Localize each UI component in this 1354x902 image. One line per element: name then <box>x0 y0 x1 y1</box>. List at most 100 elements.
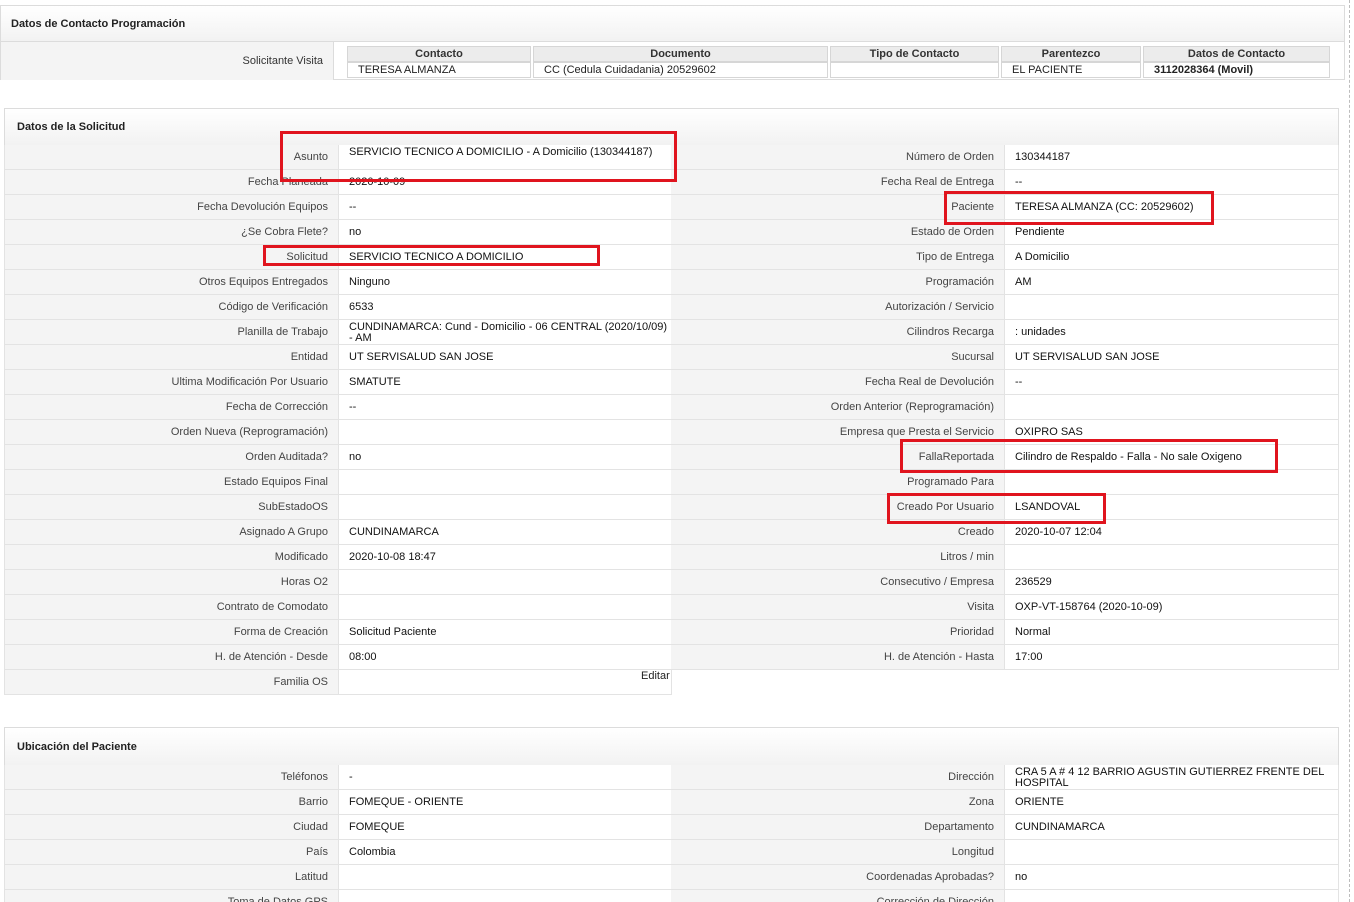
solicitud-label-codigo-de-verificacion: Código de Verificación <box>5 295 339 320</box>
solicitud-value-horas-o2 <box>339 570 672 595</box>
solicitud-value-cilindros-recarga: : unidades <box>1005 320 1339 345</box>
contact-table: Contacto Documento Tipo de Contacto Pare… <box>345 46 1332 78</box>
solicitud-value-empresa-que-presta-el-servicio: OXIPRO SAS <box>1005 420 1339 445</box>
solicitud-label-programado-para: Programado Para <box>671 470 1005 495</box>
ubicacion-value-correccion-de-direccion <box>1005 890 1339 902</box>
solicitud-label-numero-de-orden: Número de Orden <box>671 145 1005 170</box>
contact-section-title: Datos de Contacto Programación <box>11 18 186 30</box>
contact-table-header-row: Contacto Documento Tipo de Contacto Pare… <box>347 46 1330 62</box>
solicitud-row-prioridad: Prioridad Normal <box>671 620 1339 645</box>
ubicacion-value-zona: ORIENTE <box>1005 790 1339 815</box>
contact-header-parentezco: Parentezco <box>1001 46 1141 62</box>
contact-header-tipo: Tipo de Contacto <box>830 46 999 62</box>
solicitud-right-grid: Número de Orden 130344187 Fecha Real de En… <box>671 145 1339 670</box>
solicitud-value-familia-os <box>339 670 672 695</box>
solicitud-label-familia-os: Familia OS <box>5 670 339 695</box>
solicitud-row-contrato-de-comodato: Contrato de Comodato <box>5 595 672 620</box>
solicitud-value-tipo-de-entrega: A Domicilio <box>1005 245 1339 270</box>
ubicacion-label-correccion-de-direccion: Corrección de Dirección <box>671 890 1005 902</box>
contact-cell-parentezco: EL PACIENTE <box>1001 62 1141 78</box>
solicitud-value-estado-equipos-final <box>339 470 672 495</box>
solicitud-row-creado-por-usuario: Creado Por Usuario LSANDOVAL <box>671 495 1339 520</box>
solicitud-label-fecha-de-correccion: Fecha de Corrección <box>5 395 339 420</box>
solicitud-label-estado-de-orden: Estado de Orden <box>671 220 1005 245</box>
solicitud-row-entidad: Entidad UT SERVISALUD SAN JOSE <box>5 345 672 370</box>
solicitud-value-codigo-de-verificacion: 6533 <box>339 295 672 320</box>
contact-section-panel: Solicitante Visita Contacto Documento Ti… <box>0 41 1345 80</box>
solicitud-row-solicitud: Solicitud SERVICIO TECNICO A DOMICILIO <box>5 245 672 270</box>
solicitud-row-otros-equipos-entregados: Otros Equipos Entregados Ninguno <box>5 270 672 295</box>
ubicacion-value-direccion: CRA 5 A # 4 12 BARRIO AGUSTIN GUTIERREZ … <box>1005 765 1339 790</box>
solicitud-section-header: Datos de la Solicitud <box>4 108 1339 145</box>
solicitud-label-fecha-real-de-devolucion: Fecha Real de Devolución <box>671 370 1005 395</box>
solicitud-row-cilindros-recarga: Cilindros Recarga: unidades <box>671 320 1339 345</box>
solicitud-value-paciente: TERESA ALMANZA (CC: 20529602) <box>1005 195 1339 220</box>
solicitud-label-modificado: Modificado <box>5 545 339 570</box>
solicitud-value-numero-de-orden: 130344187 <box>1005 145 1339 170</box>
contact-header-documento: Documento <box>533 46 828 62</box>
ubicacion-value-telefonos: - <box>339 765 671 790</box>
ubicacion-value-coordenadas-aprobadas: no <box>1005 865 1339 890</box>
solicitud-row-numero-de-orden: Número de Orden 130344187 <box>671 145 1339 170</box>
contact-table-row: TERESA ALMANZA CC (Cedula Cuidadania) 20… <box>347 62 1330 78</box>
solicitud-row-fallareportada: FallaReportada Cilindro de Respaldo - Fal… <box>671 445 1339 470</box>
contact-header-contacto: Contacto <box>347 46 531 62</box>
solicitud-row-estado-de-orden: Estado de Orden Pendiente <box>671 220 1339 245</box>
ubicacion-label-ciudad: Ciudad <box>5 815 339 840</box>
edit-link[interactable]: Editar <box>641 670 670 682</box>
ubicacion-right-grid: Dirección CRA 5 A # 4 12 BARRIO AGUSTIN G… <box>671 765 1339 902</box>
solicitud-left-grid: Asunto SERVICIO TECNICO A DOMICILIO - A D… <box>4 145 672 695</box>
ubicacion-label-barrio: Barrio <box>5 790 339 815</box>
solicitud-value-se-cobra-flete: no <box>339 220 672 245</box>
solicitud-label-orden-nueva-reprogramacion: Orden Nueva (Reprogramación) <box>5 420 339 445</box>
solicitud-value-subestadoos <box>339 495 672 520</box>
solicitud-label-sucursal: Sucursal <box>671 345 1005 370</box>
solicitud-value-fecha-real-de-devolucion: -- <box>1005 370 1339 395</box>
solicitud-row-familia-os: Familia OS <box>5 670 672 695</box>
ubicacion-label-telefonos: Teléfonos <box>5 765 339 790</box>
ubicacion-row-coordenadas-aprobadas: Coordenadas Aprobadas? no <box>671 865 1339 890</box>
solicitud-value-h-de-atencion-desde: 08:00 <box>339 645 672 670</box>
solicitud-row-programado-para: Programado Para <box>671 470 1339 495</box>
solicitud-row-asignado-a-grupo: Asignado A Grupo CUNDINAMARCA <box>5 520 672 545</box>
solicitud-label-asunto: Asunto <box>5 145 339 170</box>
solicitud-row-fecha-de-correccion: Fecha de Corrección -- <box>5 395 672 420</box>
ubicacion-row-correccion-de-direccion: Corrección de Dirección <box>671 890 1339 902</box>
solicitud-label-paciente: Paciente <box>671 195 1005 220</box>
solicitud-value-fecha-planeada: 2020-10-09 <box>339 170 672 195</box>
solicitud-value-litros-min <box>1005 545 1339 570</box>
solicitud-value-forma-de-creacion: Solicitud Paciente <box>339 620 672 645</box>
ubicacion-row-longitud: Longitud <box>671 840 1339 865</box>
solicitud-value-orden-nueva-reprogramacion <box>339 420 672 445</box>
contact-header-datos: Datos de Contacto <box>1143 46 1330 62</box>
solicitud-value-visita: OXP-VT-158764 (2020-10-09) <box>1005 595 1339 620</box>
solicitud-label-litros-min: Litros / min <box>671 545 1005 570</box>
solicitud-row-orden-auditada: Orden Auditada? no <box>5 445 672 470</box>
solicitud-value-asunto: SERVICIO TECNICO A DOMICILIO - A Domicil… <box>339 145 672 170</box>
ubicacion-value-barrio: FOMEQUE - ORIENTE <box>339 790 671 815</box>
solicitud-label-h-de-atencion-hasta: H. de Atención - Hasta <box>671 645 1005 670</box>
contact-row-label: Solicitante Visita <box>1 42 334 80</box>
solicitud-row-visita: Visita OXP-VT-158764 (2020-10-09) <box>671 595 1339 620</box>
solicitud-value-otros-equipos-entregados: Ninguno <box>339 270 672 295</box>
solicitud-row-litros-min: Litros / min <box>671 545 1339 570</box>
solicitud-row-horas-o2: Horas O2 <box>5 570 672 595</box>
solicitud-label-creado: Creado <box>671 520 1005 545</box>
solicitud-label-ultima-modificacion-por-usuario: Ultima Modificación Por Usuario <box>5 370 339 395</box>
solicitud-label-empresa-que-presta-el-servicio: Empresa que Presta el Servicio <box>671 420 1005 445</box>
ubicacion-value-pais: Colombia <box>339 840 671 865</box>
solicitud-row-codigo-de-verificacion: Código de Verificación 6533 <box>5 295 672 320</box>
ubicacion-section-header: Ubicación del Paciente <box>4 727 1339 765</box>
solicitud-value-modificado: 2020-10-08 18:47 <box>339 545 672 570</box>
ubicacion-value-departamento: CUNDINAMARCA <box>1005 815 1339 840</box>
solicitud-label-programacion: Programación <box>671 270 1005 295</box>
solicitud-row-h-de-atencion-desde: H. de Atención - Desde 08:00 <box>5 645 672 670</box>
solicitud-row-se-cobra-flete: ¿Se Cobra Flete? no <box>5 220 672 245</box>
solicitud-value-fecha-devolucion-equipos: -- <box>339 195 672 220</box>
page-scroll-divider <box>1349 0 1350 902</box>
ubicacion-row-direccion: Dirección CRA 5 A # 4 12 BARRIO AGUSTIN G… <box>671 765 1339 790</box>
solicitud-label-asignado-a-grupo: Asignado A Grupo <box>5 520 339 545</box>
solicitud-value-contrato-de-comodato <box>339 595 672 620</box>
solicitud-row-h-de-atencion-hasta: H. de Atención - Hasta 17:00 <box>671 645 1339 670</box>
solicitud-row-estado-equipos-final: Estado Equipos Final <box>5 470 672 495</box>
